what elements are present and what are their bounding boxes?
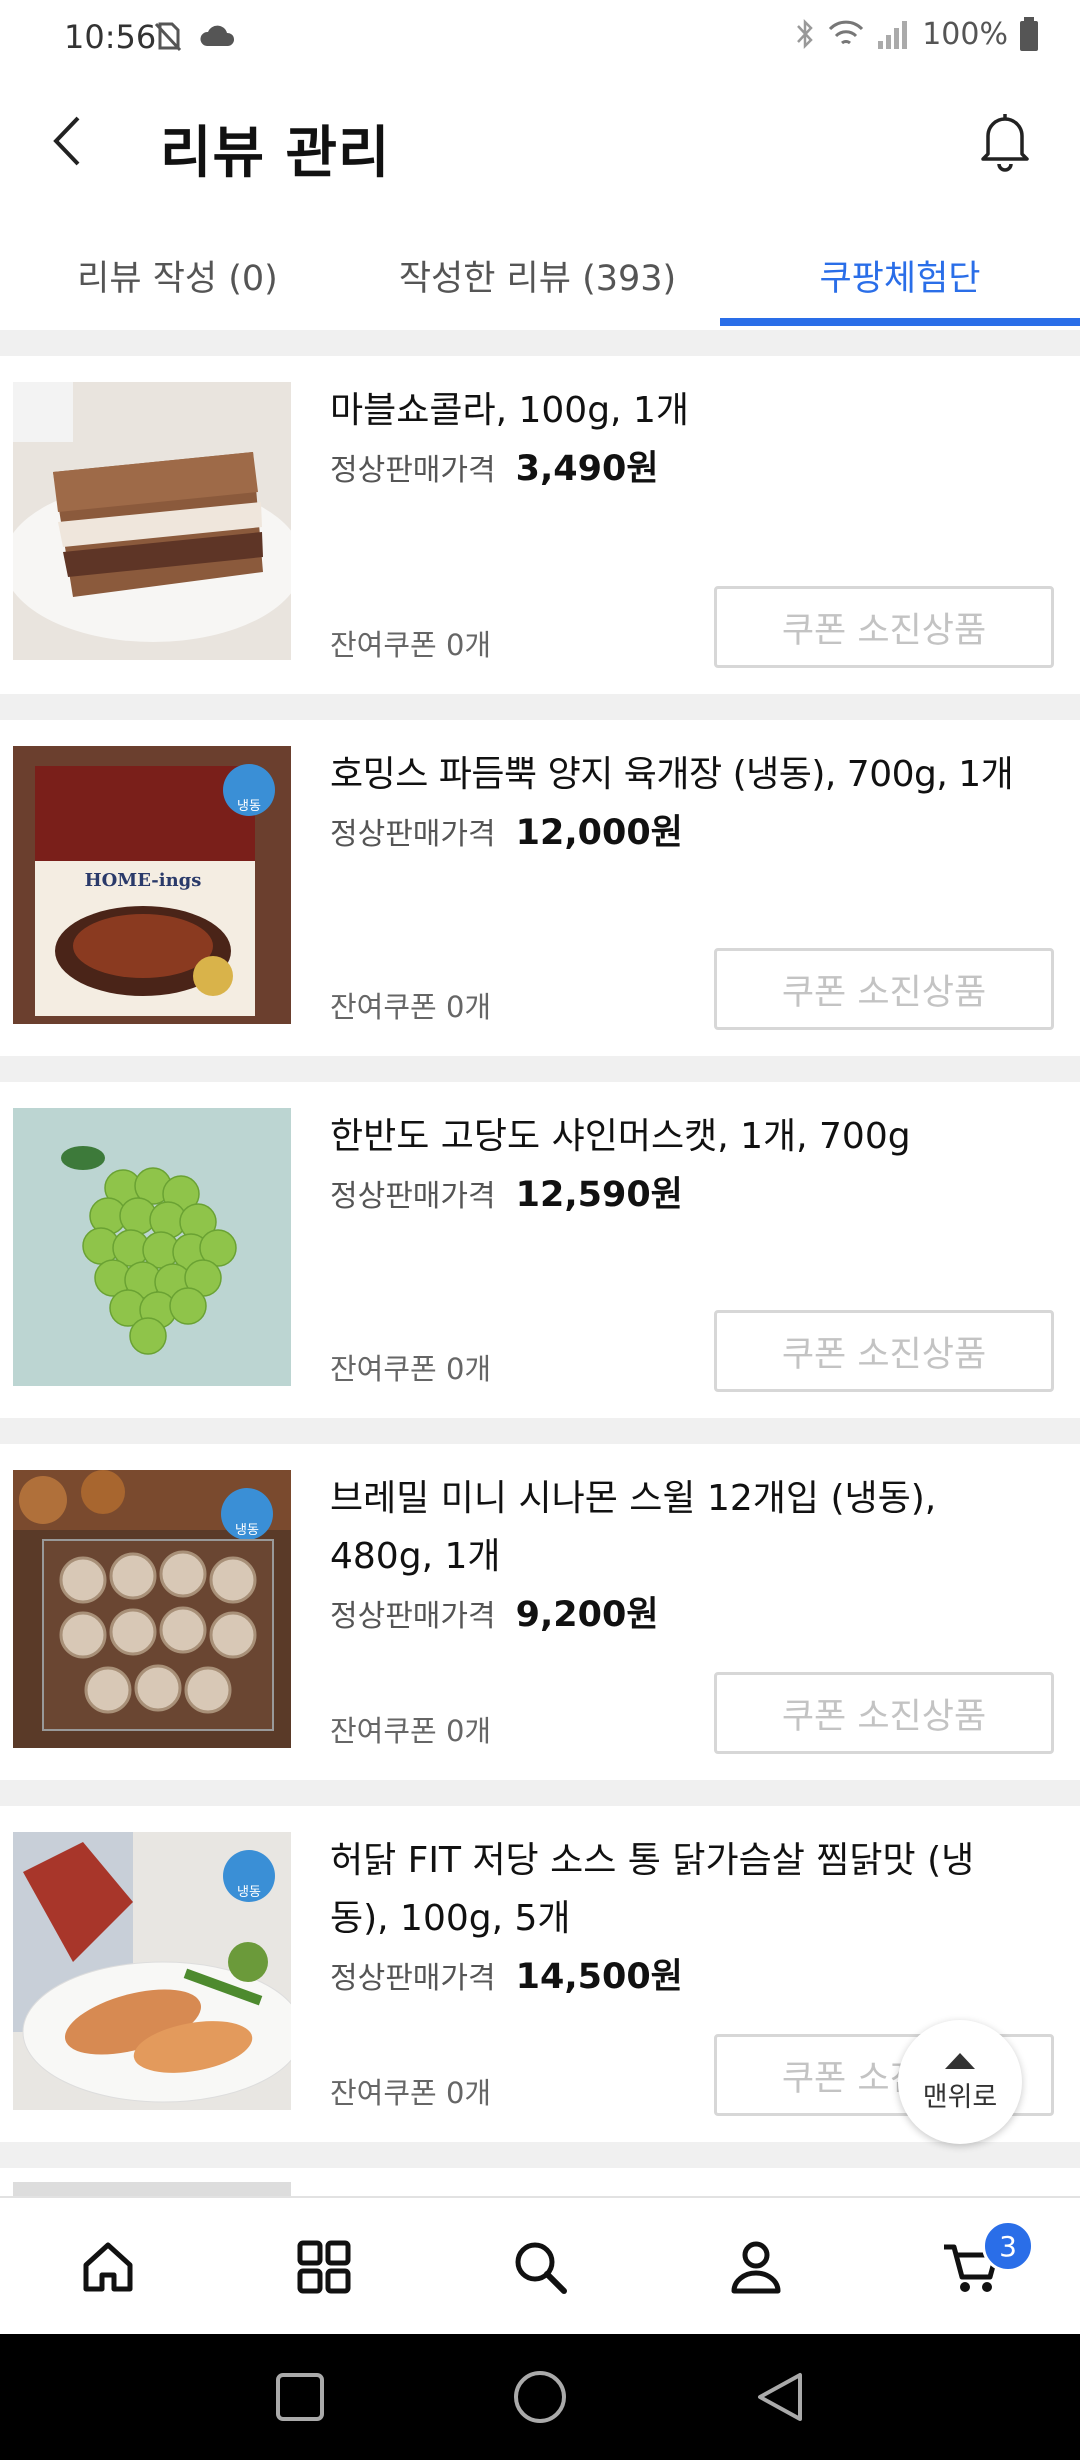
product-price: 12,590원	[515, 1175, 683, 1215]
product-price: 14,500원	[515, 1957, 683, 1997]
product-name[interactable]: 브레밀 미니 시나몬 스윌 12개입 (냉동), 480g, 1개	[330, 1470, 990, 1586]
app-header: 리뷰 관리	[0, 78, 1080, 204]
grid-icon	[297, 2240, 351, 2294]
remaining-coupons: 잔여쿠폰 0개	[330, 628, 492, 662]
product-price: 9,200원	[515, 1595, 659, 1635]
battery-percent: 100%	[922, 16, 1008, 52]
nav-cart[interactable]: 3	[864, 2198, 1080, 2336]
product-image[interactable]	[13, 1108, 291, 1386]
cloud-icon	[200, 25, 235, 46]
product-name[interactable]: 허닭 FIT 저당 소스 통 닭가슴살 찜닭맛 (냉동), 100g, 5개	[330, 1832, 990, 1948]
product-price: 12,000원	[515, 813, 683, 853]
nav-my-account[interactable]	[648, 2198, 864, 2336]
list-item: 마블쇼콜라, 100g, 1개 정상판매가격 3,490원 잔여쿠폰 0개 쿠폰…	[0, 356, 1080, 694]
no-sim-icon	[154, 22, 182, 52]
product-name[interactable]: 한반도 고당도 샤인머스캣, 1개, 700g	[330, 1108, 1060, 1166]
page-title: 리뷰 관리	[160, 121, 391, 186]
product-list: 마블쇼콜라, 100g, 1개 정상판매가격 3,490원 잔여쿠폰 0개 쿠폰…	[0, 330, 1080, 2208]
price-label: 정상판매가격	[330, 1961, 496, 1996]
scroll-to-top-button[interactable]: 맨위로	[898, 2020, 1022, 2144]
tab-experience-group[interactable]: 쿠팡체험단	[720, 220, 1080, 330]
coupon-exhausted-button[interactable]: 쿠폰 소진상품	[714, 1310, 1054, 1392]
coupon-exhausted-button[interactable]: 쿠폰 소진상품	[714, 1672, 1054, 1754]
wifi-icon	[829, 20, 864, 45]
back-triangle-icon[interactable]	[750, 2367, 810, 2427]
bell-icon	[981, 114, 1029, 172]
tab-write-review[interactable]: 리뷰 작성 (0)	[0, 220, 355, 330]
price-label: 정상판매가격	[330, 1179, 496, 1214]
nav-home[interactable]	[0, 2198, 216, 2336]
search-icon	[515, 2242, 567, 2294]
nav-search[interactable]	[432, 2198, 648, 2336]
coupon-exhausted-button[interactable]: 쿠폰 소진상품	[714, 586, 1054, 668]
coupon-exhausted-button[interactable]: 쿠폰 소진상품	[714, 948, 1054, 1030]
remaining-coupons: 잔여쿠폰 0개	[330, 2076, 492, 2110]
status-time: 10:56	[64, 18, 157, 56]
frozen-badge: 냉동	[237, 799, 261, 814]
notification-button[interactable]	[970, 106, 1040, 176]
frozen-badge: 냉동	[235, 1523, 259, 1538]
home-circle-icon[interactable]	[510, 2367, 570, 2427]
remaining-coupons: 잔여쿠폰 0개	[330, 1352, 492, 1386]
status-bar: 10:56 100%	[0, 0, 1080, 78]
product-name[interactable]: 호밍스 파듬뿍 양지 육개장 (냉동), 700g, 1개	[330, 746, 1060, 804]
product-image[interactable]: 냉동	[13, 1832, 291, 2110]
signal-icon	[878, 21, 908, 49]
product-image[interactable]	[13, 382, 291, 660]
price-label: 정상판매가격	[330, 817, 496, 852]
list-item: 냉동 브레밀 미니 시나몬 스윌 12개입 (냉동), 480g, 1개 정상판…	[0, 1444, 1080, 1780]
remaining-coupons: 잔여쿠폰 0개	[330, 1714, 492, 1748]
battery-icon	[1020, 17, 1038, 51]
product-image-text: HOME-ings	[85, 870, 202, 891]
product-price: 3,490원	[515, 449, 659, 489]
list-item: 한반도 고당도 샤인머스캣, 1개, 700g 정상판매가격 12,590원 잔…	[0, 1082, 1080, 1418]
system-nav-bar	[0, 2334, 1080, 2460]
chevron-left-icon	[53, 116, 80, 166]
price-label: 정상판매가격	[330, 453, 496, 488]
remaining-coupons: 잔여쿠폰 0개	[330, 990, 492, 1024]
user-icon	[731, 2241, 781, 2294]
list-item: 냉동 HOME-ings 호밍스 파듬뿍 양지 육개장 (냉동), 700g, …	[0, 720, 1080, 1056]
recent-apps-icon[interactable]	[270, 2367, 330, 2427]
tab-written-reviews[interactable]: 작성한 리뷰 (393)	[355, 220, 720, 330]
home-icon	[83, 2242, 133, 2292]
review-tabs: 리뷰 작성 (0) 작성한 리뷰 (393) 쿠팡체험단	[0, 220, 1080, 330]
back-button[interactable]	[36, 106, 106, 176]
nav-categories[interactable]	[216, 2198, 432, 2336]
bluetooth-icon	[797, 18, 813, 50]
price-label: 정상판매가격	[330, 1599, 496, 1634]
scroll-to-top-label: 맨위로	[922, 2081, 998, 2113]
caret-up-icon	[945, 2052, 975, 2069]
cart-count-badge: 3	[982, 2220, 1034, 2272]
frozen-badge: 냉동	[237, 1885, 261, 1900]
bottom-nav: 3	[0, 2196, 1080, 2334]
product-image[interactable]: 냉동 HOME-ings	[13, 746, 291, 1024]
product-image[interactable]: 냉동	[13, 1470, 291, 1748]
product-name[interactable]: 마블쇼콜라, 100g, 1개	[330, 382, 1060, 440]
active-tab-indicator	[720, 318, 1080, 326]
